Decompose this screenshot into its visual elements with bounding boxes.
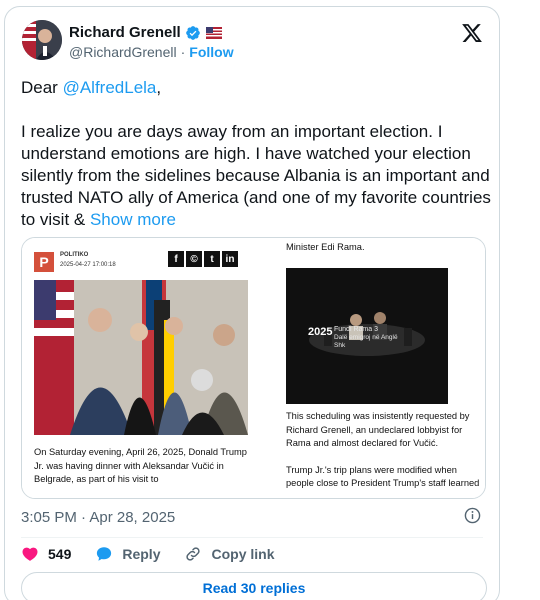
verified-badge-icon — [185, 25, 200, 40]
politiko-logo: P — [34, 252, 54, 272]
avatar[interactable] — [22, 20, 62, 60]
source-date: 2025-04-27 17:00:18 — [60, 262, 116, 268]
source-name: POLITIKO — [60, 252, 89, 258]
share-icons: f © t in — [168, 251, 238, 267]
article-right-para-1: This scheduling was insistently requeste… — [286, 411, 470, 449]
show-more-link[interactable]: Show more — [90, 210, 176, 229]
video-line-1: Fundi Rama 3 — [334, 326, 378, 333]
greeting-prefix: Dear — [21, 78, 63, 97]
follow-button[interactable]: Follow — [189, 44, 233, 60]
linkedin-icon: in — [222, 251, 238, 267]
info-icon[interactable] — [464, 507, 481, 524]
tweet-card: Richard Grenell @RichardGrenell · Follow… — [4, 6, 500, 600]
article-right-top-text: Minister Edi Rama. — [286, 242, 365, 252]
us-flag-icon — [205, 26, 222, 39]
twitter-icon: t — [204, 251, 220, 267]
action-bar: 549 Reply Copy link — [21, 545, 299, 563]
dinner-photo — [34, 280, 248, 435]
video-line-3: Shk — [334, 342, 346, 349]
article-screenshot-right: Minister Edi Rama. 2025 Fundi Rama 3 Dal… — [264, 238, 485, 498]
heart-icon — [22, 547, 38, 561]
handle-separator: · — [180, 44, 186, 60]
like-count: 549 — [48, 546, 72, 562]
whatsapp-icon: © — [186, 251, 202, 267]
reply-button[interactable]: Reply — [95, 545, 160, 563]
display-name[interactable]: Richard Grenell — [69, 24, 181, 41]
greeting-suffix: , — [156, 78, 162, 97]
tweet-body: I realize you are days away from an impo… — [21, 121, 491, 231]
media-image[interactable]: P POLITIKO 2025-04-27 17:00:18 f © t in — [21, 237, 486, 499]
mention-link[interactable]: @AlfredLela — [63, 78, 157, 97]
reply-label: Reply — [122, 546, 161, 562]
article-right-para-2: Trump Jr.'s trip plans were modified whe… — [286, 464, 480, 489]
greeting-line: Dear @AlfredLela, — [21, 77, 491, 99]
article-right-text: This scheduling was insistently requeste… — [286, 410, 484, 491]
link-icon — [186, 547, 201, 561]
copy-link-button[interactable]: Copy link — [184, 545, 275, 563]
tweet-text: Dear @AlfredLela, I realize you are days… — [21, 77, 491, 231]
facebook-icon: f — [168, 251, 184, 267]
like-button[interactable]: 549 — [21, 545, 71, 563]
copy-link-label: Copy link — [211, 546, 275, 562]
video-line-2: Dalë emigroj në Anglë — [334, 334, 398, 341]
video-thumbnail: 2025 Fundi Rama 3 Dalë emigroj në Anglë … — [286, 268, 448, 404]
x-logo-icon[interactable] — [461, 22, 483, 44]
timestamp[interactable]: 3:05 PM · Apr 28, 2025 — [21, 509, 175, 526]
article-screenshot-left: P POLITIKO 2025-04-27 17:00:18 f © t in — [22, 238, 262, 498]
article-left-text: On Saturday evening, April 26, 2025, Don… — [34, 447, 247, 485]
reply-bubble-icon — [97, 547, 112, 561]
divider — [21, 537, 483, 538]
handle[interactable]: @RichardGrenell — [69, 44, 177, 60]
read-replies-button[interactable]: Read 30 replies — [21, 572, 487, 600]
video-year: 2025 — [308, 326, 333, 338]
